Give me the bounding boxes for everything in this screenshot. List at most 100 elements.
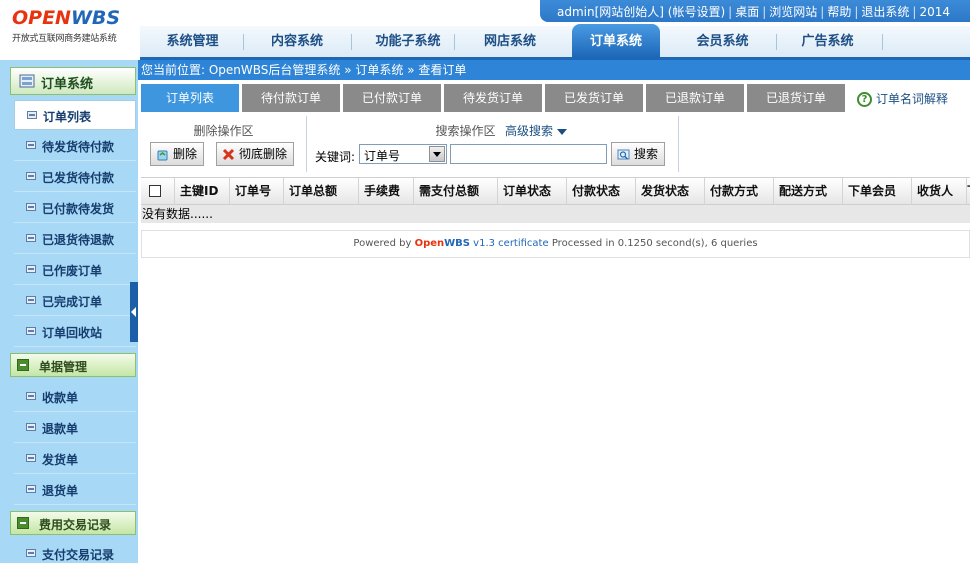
chevron-down-icon — [557, 128, 568, 135]
footer-prefix: Powered by — [353, 238, 412, 249]
link-separator: | — [820, 5, 825, 19]
tab-refunded-orders[interactable]: 已退款订单 — [646, 84, 744, 112]
column-header[interactable]: 配送方式 — [774, 178, 843, 205]
list-icon — [26, 172, 36, 180]
nav-ad-system[interactable]: 广告系统 — [785, 26, 870, 58]
column-header[interactable]: 主键ID — [175, 178, 230, 205]
sidebar-item-receipts[interactable]: 收款单 — [14, 382, 136, 412]
main-nav: 系统管理 内容系统 功能子系统 网店系统 订单系统 会员系统 广告系统 — [140, 24, 970, 58]
tab-shipped-orders[interactable]: 已发货订单 — [545, 84, 643, 112]
sidebar-item-label: 已发货待付款 — [42, 171, 115, 185]
nav-separator — [454, 34, 455, 50]
nav-order-system[interactable]: 订单系统 — [572, 24, 660, 58]
year-text: 2014 — [919, 5, 950, 19]
footer-brand-wbs: WBS — [444, 238, 470, 249]
sidebar-panel-header: 订单系统 — [10, 67, 136, 95]
column-header[interactable]: 订单总额 — [284, 178, 359, 205]
sidebar-item-completed-orders[interactable]: 已完成订单 — [14, 286, 136, 316]
sidebar-item-label: 退货单 — [42, 484, 79, 498]
sidebar-section-label: 费用交易记录 — [39, 518, 112, 532]
main-content: 您当前位置: OpenWBS后台管理系统 » 订单系统 » 查看订单 订单列表 … — [138, 60, 970, 563]
sidebar-item-voided-orders[interactable]: 已作废订单 — [14, 255, 136, 285]
nav-content-system[interactable]: 内容系统 — [252, 26, 342, 58]
top-link-bar: admin[网站创始人] (帐号设置) | 桌面 | 浏览网站 | 帮助 | 退出系统 | 2014 — [540, 0, 970, 22]
help-link[interactable]: 帮助 — [827, 5, 851, 19]
link-separator: | — [912, 5, 917, 19]
nav-member-system[interactable]: 会员系统 — [680, 26, 765, 58]
sidebar-item-refunds[interactable]: 退款单 — [14, 413, 136, 443]
list-icon — [26, 549, 36, 557]
desktop-link[interactable]: 桌面 — [735, 5, 759, 19]
select-all-checkbox[interactable] — [149, 185, 161, 197]
tab-order-list[interactable]: 订单列表 — [141, 84, 239, 112]
footer-version[interactable]: v1.3 certificate — [473, 238, 548, 249]
search-area-title: 搜索操作区 — [435, 124, 496, 138]
column-header[interactable]: 发货状态 — [636, 178, 705, 205]
sidebar-item-order-list[interactable]: 订单列表 — [14, 100, 136, 130]
nav-shop-system[interactable]: 网店系统 — [465, 26, 555, 58]
column-header[interactable]: 订单状态 — [498, 178, 567, 205]
sidebar-item-label: 支付交易记录 — [42, 548, 115, 562]
column-header[interactable]: 付款状态 — [567, 178, 636, 205]
column-header[interactable]: 付款方式 — [705, 178, 774, 205]
sidebar-item-label: 订单回收站 — [42, 326, 103, 340]
collapse-icon — [17, 517, 29, 529]
sidebar-item-returned-unrefunded[interactable]: 已退货待退款 — [14, 224, 136, 254]
sidebar-item-label: 发货单 — [42, 453, 79, 467]
list-icon — [26, 392, 36, 400]
account-settings-link[interactable]: admin[网站创始人] (帐号设置) — [557, 5, 725, 19]
column-header[interactable]: 手续费 — [359, 178, 414, 205]
sidebar-item-paid-unshipped[interactable]: 已付款待发货 — [14, 193, 136, 223]
sidebar-item-label: 已退货待退款 — [42, 233, 115, 247]
tab-returned-orders[interactable]: 已退货订单 — [747, 84, 845, 112]
tab-unpaid-orders[interactable]: 待付款订单 — [242, 84, 340, 112]
advanced-search-toggle[interactable]: 高级搜索 — [505, 122, 568, 139]
sidebar-item-label: 收款单 — [42, 391, 79, 405]
list-icon — [26, 203, 36, 211]
sidebar-item-pending-ship-pay[interactable]: 待发货待付款 — [14, 131, 136, 161]
sidebar-item-shipped-unpaid[interactable]: 已发货待付款 — [14, 162, 136, 192]
sidebar-collapse-handle[interactable] — [130, 282, 138, 342]
logo-subtitle: 开放式互联网商务建站系统 — [12, 34, 117, 44]
list-icon — [26, 265, 36, 273]
footer-brand-open: Open — [414, 238, 445, 249]
red-x-icon — [222, 148, 235, 161]
empty-table-message: 没有数据...... — [141, 205, 970, 223]
collapse-icon — [17, 359, 29, 371]
cabinet-icon — [19, 74, 35, 88]
nav-system-management[interactable]: 系统管理 — [150, 26, 235, 58]
browse-site-link[interactable]: 浏览网站 — [769, 5, 817, 19]
tab-unshipped-orders[interactable]: 待发货订单 — [444, 84, 542, 112]
column-header[interactable]: 下单会员 — [843, 178, 912, 205]
sidebar-section-transactions[interactable]: 费用交易记录 — [10, 511, 136, 535]
sidebar-item-label: 已作废订单 — [42, 264, 103, 278]
sidebar-item-order-recycle-bin[interactable]: 订单回收站 — [14, 317, 136, 347]
advanced-search-label: 高级搜索 — [505, 124, 554, 138]
nav-function-subsystem[interactable]: 功能子系统 — [358, 26, 458, 58]
column-header[interactable]: 订单号 — [230, 178, 284, 205]
nav-separator — [776, 34, 777, 50]
search-button[interactable]: 搜索 — [611, 142, 666, 166]
openwbs-logo[interactable]: OPENWBS 开放式互联网商务建站系统 — [12, 8, 142, 48]
sidebar-title: 订单系统 — [41, 77, 94, 92]
nav-separator — [882, 34, 883, 50]
link-separator: | — [762, 5, 767, 19]
column-header[interactable]: 收货人 — [912, 178, 967, 205]
sidebar-item-returns[interactable]: 退货单 — [14, 475, 136, 505]
order-glossary-link[interactable]: ? 订单名词解释 — [857, 90, 948, 107]
logout-link[interactable]: 退出系统 — [861, 5, 909, 19]
keyword-input[interactable] — [450, 144, 607, 164]
sidebar-item-shipments[interactable]: 发货单 — [14, 444, 136, 474]
search-field-select[interactable]: 订单号 — [359, 144, 447, 164]
app-header: OPENWBS 开放式互联网商务建站系统 admin[网站创始人] (帐号设置)… — [0, 0, 970, 60]
tab-paid-orders[interactable]: 已付款订单 — [343, 84, 441, 112]
column-header[interactable]: 需支付总额 — [414, 178, 498, 205]
sidebar-section-documents[interactable]: 单据管理 — [10, 353, 136, 377]
sidebar-item-payment-records[interactable]: 支付交易记录 — [14, 539, 136, 563]
delete-button[interactable]: 删除 — [150, 142, 205, 166]
footer-stats: Processed in 0.1250 second(s), 6 queries — [551, 238, 758, 249]
sidebar-item-label: 退款单 — [42, 422, 79, 436]
purge-button[interactable]: 彻底删除 — [216, 142, 295, 166]
list-icon — [26, 327, 36, 335]
order-glossary-label: 订单名词解释 — [876, 92, 949, 106]
